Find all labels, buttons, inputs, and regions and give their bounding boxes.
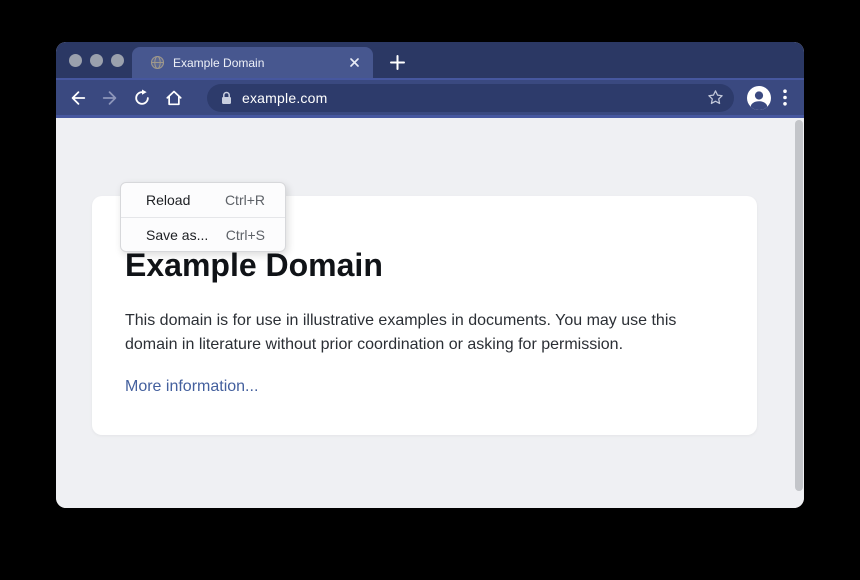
home-button[interactable] xyxy=(165,89,183,107)
browser-toolbar: example.com xyxy=(56,78,804,118)
context-menu-item-save-as[interactable]: Save as... Ctrl+S xyxy=(121,217,285,251)
plus-icon xyxy=(390,55,405,70)
close-window-button[interactable] xyxy=(69,54,82,67)
window-controls xyxy=(56,42,132,78)
globe-icon xyxy=(150,55,165,70)
forward-button[interactable] xyxy=(101,89,119,107)
url-text: example.com xyxy=(242,90,707,106)
browser-menu-button[interactable] xyxy=(783,89,787,106)
close-tab-button[interactable] xyxy=(345,54,363,72)
profile-avatar-icon[interactable] xyxy=(747,86,771,110)
page-paragraph: This domain is for use in illustrative e… xyxy=(125,309,707,357)
menu-item-shortcut: Ctrl+R xyxy=(225,192,265,208)
minimize-window-button[interactable] xyxy=(90,54,103,67)
reload-button[interactable] xyxy=(133,89,151,107)
more-information-link[interactable]: More information... xyxy=(125,378,258,396)
menu-item-label: Save as... xyxy=(146,227,208,243)
browser-tab[interactable]: Example Domain xyxy=(132,47,373,78)
context-menu: Reload Ctrl+R Save as... Ctrl+S xyxy=(120,182,286,252)
home-icon xyxy=(165,89,183,107)
address-bar[interactable]: example.com xyxy=(207,84,734,112)
back-button[interactable] xyxy=(69,89,87,107)
close-icon xyxy=(350,58,359,67)
title-bar: Example Domain xyxy=(56,42,804,78)
menu-item-label: Reload xyxy=(146,192,190,208)
back-arrow-icon xyxy=(69,89,87,107)
forward-arrow-icon xyxy=(101,89,119,107)
kebab-menu-icon xyxy=(783,89,787,106)
context-menu-item-reload[interactable]: Reload Ctrl+R xyxy=(121,183,285,217)
maximize-window-button[interactable] xyxy=(111,54,124,67)
lock-icon xyxy=(220,91,233,105)
new-tab-button[interactable] xyxy=(389,54,405,70)
star-icon[interactable] xyxy=(707,89,724,106)
page-viewport: Example Domain This domain is for use in… xyxy=(56,118,804,508)
vertical-scrollbar[interactable] xyxy=(795,120,803,491)
reload-icon xyxy=(133,89,151,107)
tab-title: Example Domain xyxy=(173,56,345,70)
browser-window: Example Domain xyxy=(56,42,804,508)
menu-item-shortcut: Ctrl+S xyxy=(226,227,265,243)
